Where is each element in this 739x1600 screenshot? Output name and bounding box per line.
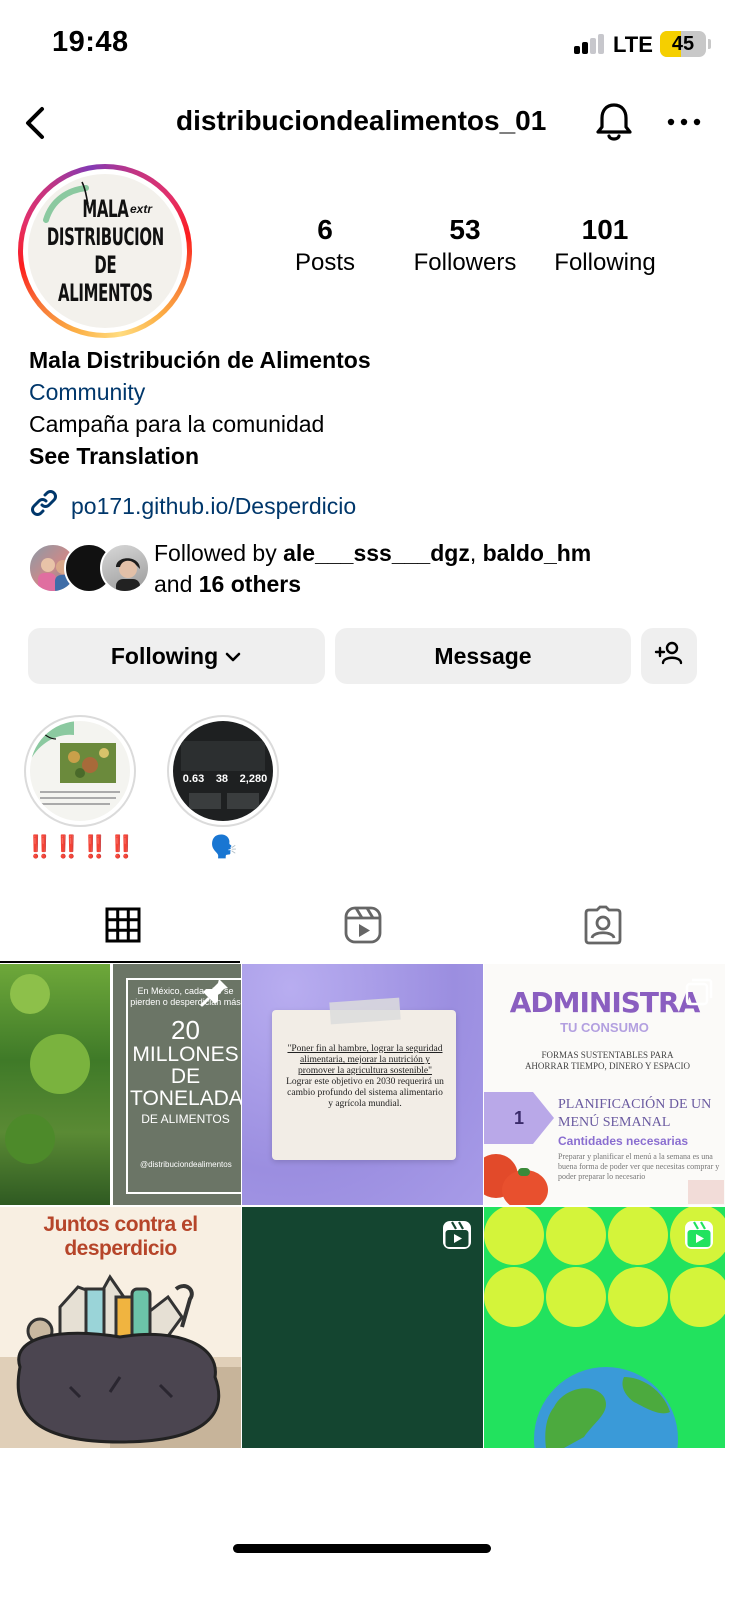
stat-posts[interactable]: 6 Posts <box>255 214 395 280</box>
avatar-story-ring[interactable]: extr MALA DISTRIBUCION DE ALIMENTOS <box>18 164 192 338</box>
grid-icon <box>104 906 142 949</box>
post-1-line-4: MILLONES <box>132 1043 239 1066</box>
highlight-label-1: ‼️‼️‼️‼️ <box>26 834 136 859</box>
followed-by-others[interactable]: 16 others <box>199 571 301 597</box>
posts-label: Posts <box>294 249 356 276</box>
battery-icon: 45 <box>660 31 706 57</box>
tagged-icon <box>583 905 623 950</box>
profile-username: distribuciondealimentos_01 <box>176 105 547 136</box>
following-button-label: Following <box>110 642 219 669</box>
highlight-stat-2: 38 <box>215 773 229 785</box>
post-1-handle: @distribuciondealimentos <box>140 1160 232 1169</box>
post-1-line-3: 20 <box>171 1015 200 1045</box>
post-1-line-5: DE <box>170 1065 201 1088</box>
highlight-cover-ring: 0.63 38 2,280 <box>167 715 279 827</box>
following-button[interactable]: Following <box>28 628 325 684</box>
highlight-cover-2: 0.63 38 2,280 <box>173 721 273 821</box>
message-button[interactable]: Message <box>335 628 631 684</box>
highlight-cover-ring <box>24 715 136 827</box>
following-label: Following <box>554 249 656 276</box>
profile-bio: Mala Distribución de Alimentos Community… <box>29 344 719 472</box>
followers-count: 53 <box>449 214 481 245</box>
story-highlight-2[interactable]: 0.63 38 2,280 🗣️ <box>167 715 281 861</box>
reel-icon <box>683 1219 715 1251</box>
carousel-icon <box>683 976 715 1008</box>
followed-by-user-2[interactable]: baldo_hm <box>483 540 592 566</box>
highlight-stat-3: 2,280 <box>239 773 268 785</box>
network-type: LTE <box>613 32 653 57</box>
profile-display-name: Mala Distribución de Alimentos <box>29 347 371 373</box>
followed-by-prefix: Followed by <box>154 540 284 566</box>
pin-icon <box>199 976 231 1008</box>
avatar: extr MALA DISTRIBUCION DE ALIMENTOS <box>28 174 182 328</box>
post-3-step: 1 <box>514 1108 525 1128</box>
post-6[interactable] <box>484 1207 725 1448</box>
followed-by-separator: , <box>469 540 483 566</box>
profile-stats: 6 Posts 53 Followers 101 Following <box>270 214 680 284</box>
more-options-icon[interactable] <box>664 107 704 137</box>
avatar-logo-text: MALA DISTRIBUCION DE ALIMENTOS <box>46 195 164 307</box>
back-icon[interactable] <box>18 101 58 145</box>
stat-following[interactable]: 101 Following <box>535 214 675 280</box>
followed-by-text: Followed by ale___sss___dgz, baldo_hmand… <box>154 538 714 600</box>
bell-icon[interactable] <box>594 100 634 144</box>
status-bar: 19:48 LTE 45 <box>0 0 739 90</box>
highlight-cover-1 <box>30 721 130 821</box>
chevron-down-icon <box>224 643 242 670</box>
active-tab-indicator <box>0 961 240 963</box>
post-3-body: Preparar y planificar el menú a la seman… <box>558 1152 720 1181</box>
home-indicator[interactable] <box>233 1544 491 1553</box>
post-3-subheading: Cantidades necesarias <box>558 1134 689 1148</box>
followers-label: Followers <box>413 249 517 276</box>
following-count: 101 <box>581 214 629 245</box>
status-time: 19:48 <box>52 26 129 58</box>
add-user-icon <box>654 640 684 672</box>
tab-grid[interactable] <box>0 890 246 964</box>
highlight-stat-1: 0.63 <box>182 773 205 785</box>
tab-reels[interactable] <box>240 890 486 964</box>
see-translation-link[interactable]: See Translation <box>29 440 719 472</box>
link-icon <box>29 488 59 524</box>
post-3-heading: PLANIFICACIÓN DE UN MENÚ SEMANAL <box>558 1097 712 1130</box>
profile-link[interactable]: po171.github.io/Desperdicio <box>29 488 356 524</box>
post-2-quote: "Poner fin al hambre, lograr la segurida… <box>287 1044 443 1076</box>
add-user-button[interactable] <box>641 628 697 684</box>
reels-icon <box>343 905 383 950</box>
post-1-line-6: TONELADAS <box>130 1087 241 1110</box>
post-1-line-7: DE ALIMENTOS <box>141 1112 230 1126</box>
profile-link-text: po171.github.io/Desperdicio <box>71 492 357 519</box>
stat-followers[interactable]: 53 Followers <box>395 214 535 280</box>
story-highlight-1[interactable]: ‼️‼️‼️‼️ <box>24 715 138 861</box>
battery-level: 45 <box>671 33 695 55</box>
post-3-tagline: FORMAS SUSTENTABLES PARA AHORRAR TIEMPO,… <box>524 1050 691 1071</box>
post-3[interactable]: ADMINISTRA TU CONSUMO FORMAS SUSTENTABLE… <box>484 964 725 1205</box>
follower-avatar-3 <box>100 543 150 593</box>
profile-bio-text: Campaña para la comunidad <box>29 411 325 437</box>
post-3-subtitle: TU CONSUMO <box>560 1020 649 1035</box>
reel-icon <box>441 1219 473 1251</box>
profile-category[interactable]: Community <box>29 376 719 408</box>
post-2-body: Lograr este objetivo en 2030 requerirá u… <box>286 1077 444 1109</box>
profile-tabs <box>0 890 739 964</box>
post-5[interactable] <box>242 1207 483 1448</box>
profile-header-bar: distribuciondealimentos_01 <box>0 95 739 155</box>
followed-by-user-1[interactable]: ale___sss___dgz <box>283 540 470 566</box>
tab-tagged[interactable] <box>480 890 726 964</box>
followed-by[interactable]: Followed by ale___sss___dgz, baldo_hmand… <box>28 538 718 598</box>
message-button-label: Message <box>434 642 532 669</box>
post-4-title: Juntos contra el desperdicio <box>43 1213 198 1260</box>
highlight-label-2: 🗣️ <box>210 834 238 859</box>
post-1[interactable]: En México, cada año se pierden o desperd… <box>0 964 241 1205</box>
battery-tip <box>708 39 711 49</box>
post-2[interactable]: "Poner fin al hambre, lograr la segurida… <box>242 964 483 1205</box>
followed-by-and: and <box>154 571 199 597</box>
posts-count: 6 <box>317 214 333 245</box>
post-4[interactable]: Juntos contra el desperdicio <box>0 1207 241 1448</box>
cell-signal-icon <box>574 34 606 54</box>
